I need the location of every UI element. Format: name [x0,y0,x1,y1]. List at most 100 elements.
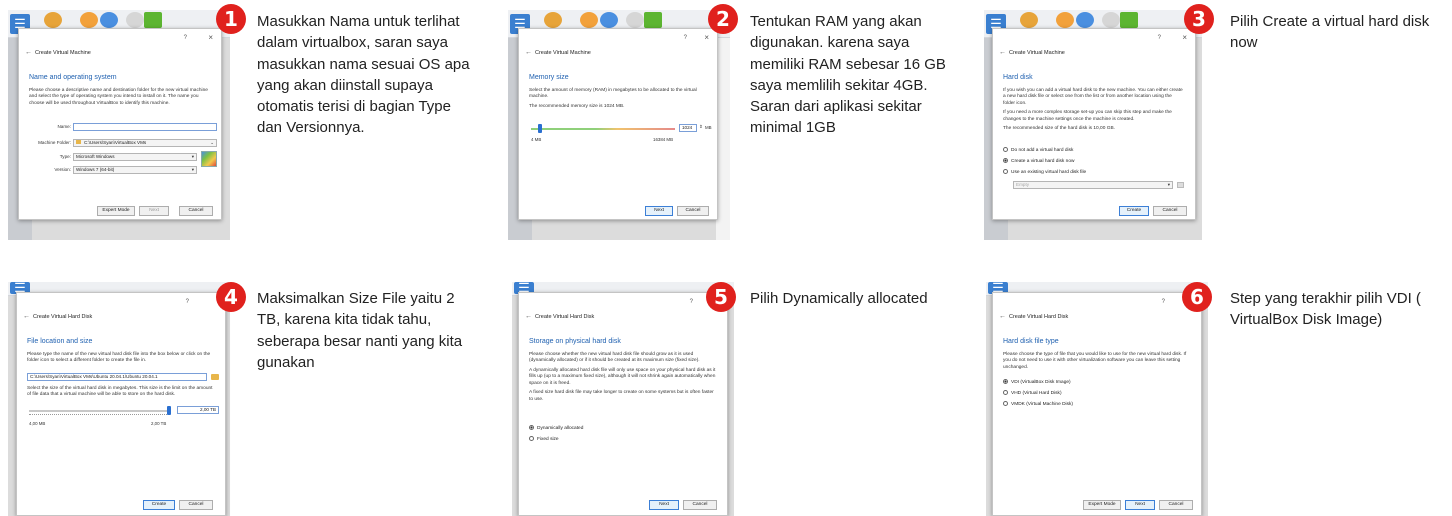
next-button[interactable]: Next [645,206,673,216]
next-button[interactable]: Next [1125,500,1155,510]
radio-button[interactable] [1003,379,1008,384]
size-input[interactable]: 2,00 TB [177,406,219,414]
help-icon[interactable]: ? [690,298,693,306]
cancel-button[interactable]: Cancel [683,500,717,510]
radio-label: VDI (VirtualBox Disk Image) [1011,379,1071,385]
folder-icon[interactable] [211,374,219,380]
preferences-icon[interactable] [544,12,562,28]
back-arrow-icon[interactable]: ← [23,312,30,321]
radio-vdi[interactable]: VDI (VirtualBox Disk Image) [1003,379,1071,386]
step-3-badge: 3 [1184,4,1214,34]
help-icon[interactable]: ? [186,298,189,306]
folder-icon [76,140,81,144]
import-icon[interactable] [1056,12,1074,28]
radio-label: Create a virtual hard disk now [1011,158,1075,164]
back-arrow-icon[interactable]: ← [525,48,532,57]
help-icon[interactable]: ? [684,34,687,42]
back-arrow-icon[interactable]: ← [999,48,1006,57]
size-slider-thumb[interactable] [167,406,171,415]
back-arrow-icon[interactable]: ← [999,312,1006,321]
radio-existing-disk[interactable]: Use an existing virtual hard disk file [1003,169,1086,176]
wizard-intro: Please choose the type of file that you … [1003,352,1191,374]
step-2-badge: 2 [708,4,738,34]
memory-slider-thumb[interactable] [537,124,542,133]
wizard-heading: File location and size [27,338,93,345]
existing-disk-select[interactable]: Empty ▾ [1013,181,1173,189]
memory-min-label: 4 MB [531,137,542,142]
disk-path-field[interactable]: C:\Users\Syan\VirtualBox VMs\Ubuntu 20.0… [27,373,207,381]
radio-no-disk[interactable]: Do not add a virtual hard disk [1003,147,1073,154]
create-button[interactable]: Create [1119,206,1149,216]
help-icon[interactable]: ? [184,34,187,42]
close-icon[interactable]: × [704,33,709,44]
export-icon[interactable] [100,12,118,28]
expert-mode-button[interactable]: Expert Mode [97,206,135,216]
help-icon[interactable]: ? [1158,34,1161,42]
radio-button[interactable] [529,425,534,430]
radio-fixed[interactable]: Fixed size [529,436,559,443]
radio-vhd[interactable]: VHD (Virtual Hard Disk) [1003,390,1062,397]
new-icon[interactable] [1102,12,1120,28]
intro-text: Please choose the type of file that you … [1003,352,1187,370]
name-field[interactable] [73,123,217,131]
radio-button[interactable] [1003,158,1008,163]
version-select[interactable]: Windows 7 (64-bit) ▾ [73,166,197,174]
storage-dialog: ? ← Create Virtual Hard Disk Storage on … [518,292,728,516]
machine-folder-select[interactable]: C:\Users\Syan\VirtualBox VMs ⌄ [73,139,217,147]
preferences-icon[interactable] [44,12,62,28]
radio-button[interactable] [1003,390,1008,395]
next-button[interactable]: Next [139,206,169,216]
machine-folder-value: C:\Users\Syan\VirtualBox VMs [84,140,147,145]
back-arrow-icon[interactable]: ← [525,312,532,321]
radio-dynamic[interactable]: Dynamically allocated [529,425,583,432]
radio-button[interactable] [1003,169,1008,174]
close-icon[interactable]: × [1182,33,1187,44]
wizard-intro-2: Select the size of the virtual hard disk… [27,386,215,402]
intro-text-1: If you wish you can add a virtual hard d… [1003,88,1183,106]
type-select[interactable]: Microsoft Windows ▾ [73,153,197,161]
radio-create-disk[interactable]: Create a virtual hard disk now [1003,158,1074,165]
cancel-button[interactable]: Cancel [1153,206,1187,216]
radio-label: VHD (Virtual Hard Disk) [1011,390,1062,396]
add-icon[interactable] [644,12,662,28]
memory-size-dialog: ? × ← Create Virtual Machine Memory size… [518,28,718,220]
folder-icon[interactable] [1177,182,1184,188]
preferences-icon[interactable] [1020,12,1038,28]
create-button[interactable]: Create [143,500,175,510]
stepper-icon[interactable]: ⇕ [699,124,703,130]
window-title: Create Virtual Hard Disk [33,314,93,320]
step-4-badge: 4 [216,282,246,312]
version-label: Version: [54,167,71,172]
expert-mode-button[interactable]: Expert Mode [1083,500,1121,510]
close-icon[interactable]: × [208,33,213,44]
memory-slider-track[interactable] [531,128,675,130]
size-slider-track[interactable] [29,410,169,412]
radio-button[interactable] [529,436,534,441]
chevron-down-icon: ▾ [191,154,194,159]
window-title: Create Virtual Machine [535,50,591,56]
version-value: Windows 7 (64-bit) [76,167,115,172]
import-icon[interactable] [580,12,598,28]
help-icon[interactable]: ? [1162,298,1165,306]
radio-label: Do not add a virtual hard disk [1011,147,1074,153]
memory-input[interactable]: 1024 [679,124,697,132]
add-icon[interactable] [1120,12,1138,28]
window-title: Create Virtual Machine [35,50,91,56]
radio-vmdk[interactable]: VMDK (Virtual Machine Disk) [1003,401,1073,408]
new-icon[interactable] [126,12,144,28]
export-icon[interactable] [600,12,618,28]
import-icon[interactable] [80,12,98,28]
cancel-button[interactable]: Cancel [1159,500,1193,510]
new-icon[interactable] [626,12,644,28]
add-icon[interactable] [144,12,162,28]
radio-button[interactable] [1003,401,1008,406]
back-arrow-icon[interactable]: ← [25,48,32,57]
export-icon[interactable] [1076,12,1094,28]
cancel-button[interactable]: Cancel [179,500,213,510]
cancel-button[interactable]: Cancel [179,206,213,216]
radio-button[interactable] [1003,147,1008,152]
machine-folder-label: Machine Folder: [38,140,71,145]
cancel-button[interactable]: Cancel [677,206,709,216]
file-type-dialog: ? ← Create Virtual Hard Disk Hard disk f… [992,292,1202,516]
next-button[interactable]: Next [649,500,679,510]
